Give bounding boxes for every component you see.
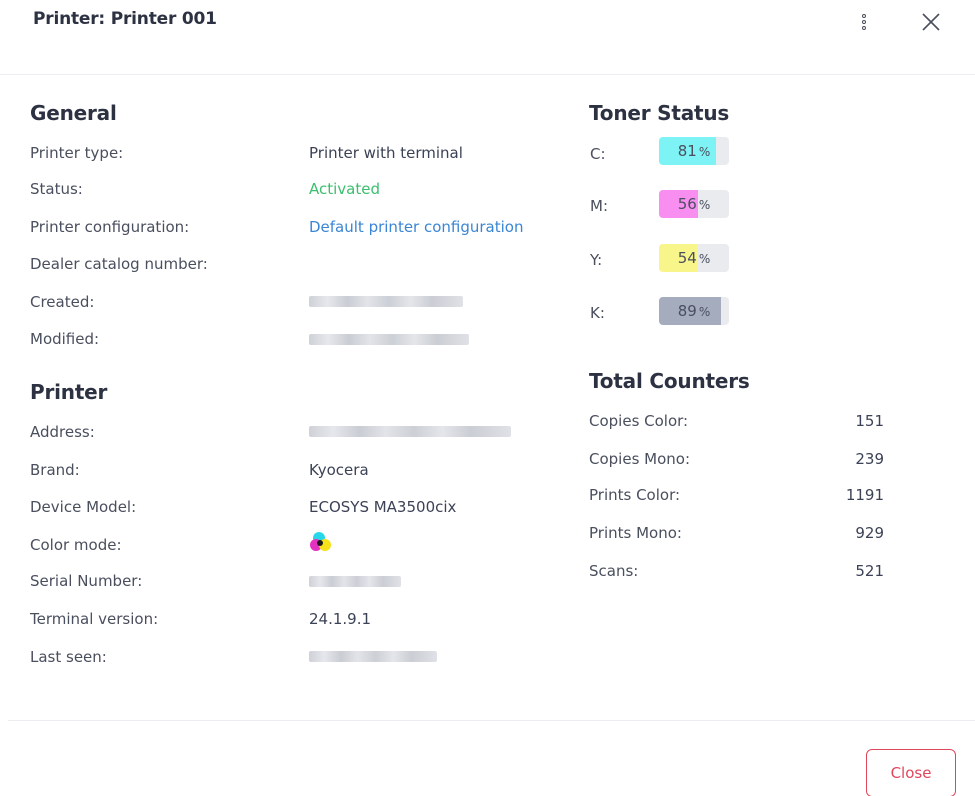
- toner-k-bar: 89%: [659, 297, 729, 325]
- toner-y-label: Y:: [590, 251, 603, 269]
- serial-number-label: Serial Number:: [30, 572, 143, 590]
- dealer-catalog-number-label: Dealer catalog number:: [30, 255, 208, 273]
- dialog-header: Printer: Printer 001: [0, 0, 975, 75]
- serial-number-value-redacted: [309, 576, 401, 587]
- address-label: Address:: [30, 423, 95, 441]
- toner-k-label: K:: [590, 304, 605, 322]
- close-icon[interactable]: [920, 11, 942, 33]
- toner-c-label: C:: [590, 145, 606, 163]
- toner-c-value: 81: [677, 142, 697, 160]
- last-seen-label: Last seen:: [30, 648, 107, 666]
- toner-k-unit: %: [698, 305, 711, 319]
- toner-c-bar: 81%: [659, 137, 729, 165]
- close-button[interactable]: Close: [866, 749, 956, 796]
- printer-configuration-link[interactable]: Default printer configuration: [309, 218, 523, 236]
- brand-label: Brand:: [30, 461, 80, 479]
- general-heading: General: [30, 101, 117, 125]
- scans-value: 521: [855, 562, 884, 580]
- toner-m-value: 56: [677, 195, 697, 213]
- printer-type-value: Printer with terminal: [309, 144, 463, 162]
- copies-mono-value: 239: [855, 450, 884, 468]
- modified-value-redacted: [309, 334, 469, 345]
- toner-c-unit: %: [698, 145, 711, 159]
- status-value: Activated: [309, 180, 380, 198]
- prints-color-value: 1191: [845, 486, 884, 504]
- device-model-label: Device Model:: [30, 498, 137, 516]
- toner-k-value: 89: [677, 302, 697, 320]
- last-seen-value-redacted: [309, 651, 437, 662]
- created-label: Created:: [30, 293, 95, 311]
- copies-mono-label: Copies Mono:: [589, 450, 691, 468]
- created-value-redacted: [309, 296, 463, 307]
- toner-m-label: M:: [590, 197, 608, 215]
- total-counters-heading: Total Counters: [589, 369, 750, 393]
- toner-y-unit: %: [698, 252, 711, 266]
- scans-label: Scans:: [589, 562, 639, 580]
- copies-color-value: 151: [855, 412, 884, 430]
- printer-heading: Printer: [30, 380, 108, 404]
- toner-y-bar: 54%: [659, 244, 729, 272]
- dialog-title: Printer: Printer 001: [33, 9, 217, 29]
- prints-mono-label: Prints Mono:: [589, 524, 682, 542]
- toner-m-bar: 56%: [659, 190, 729, 218]
- address-value-redacted: [309, 426, 511, 437]
- brand-value: Kyocera: [309, 461, 369, 479]
- toner-y-value: 54: [677, 249, 697, 267]
- printer-configuration-label: Printer configuration:: [30, 218, 190, 236]
- modified-label: Modified:: [30, 330, 100, 348]
- more-vertical-icon[interactable]: [858, 12, 870, 32]
- printer-type-label: Printer type:: [30, 144, 124, 162]
- prints-color-label: Prints Color:: [589, 486, 681, 504]
- terminal-version-label: Terminal version:: [30, 610, 159, 628]
- toner-m-unit: %: [698, 198, 711, 212]
- footer-divider: [8, 720, 975, 721]
- copies-color-label: Copies Color:: [589, 412, 689, 430]
- terminal-version-value: 24.1.9.1: [309, 610, 372, 628]
- color-mode-label: Color mode:: [30, 536, 122, 554]
- color-mode-cmy-icon: [310, 532, 331, 551]
- prints-mono-value: 929: [855, 524, 884, 542]
- toner-status-heading: Toner Status: [589, 101, 730, 125]
- status-label: Status:: [30, 180, 83, 198]
- device-model-value: ECOSYS MA3500cix: [309, 498, 457, 516]
